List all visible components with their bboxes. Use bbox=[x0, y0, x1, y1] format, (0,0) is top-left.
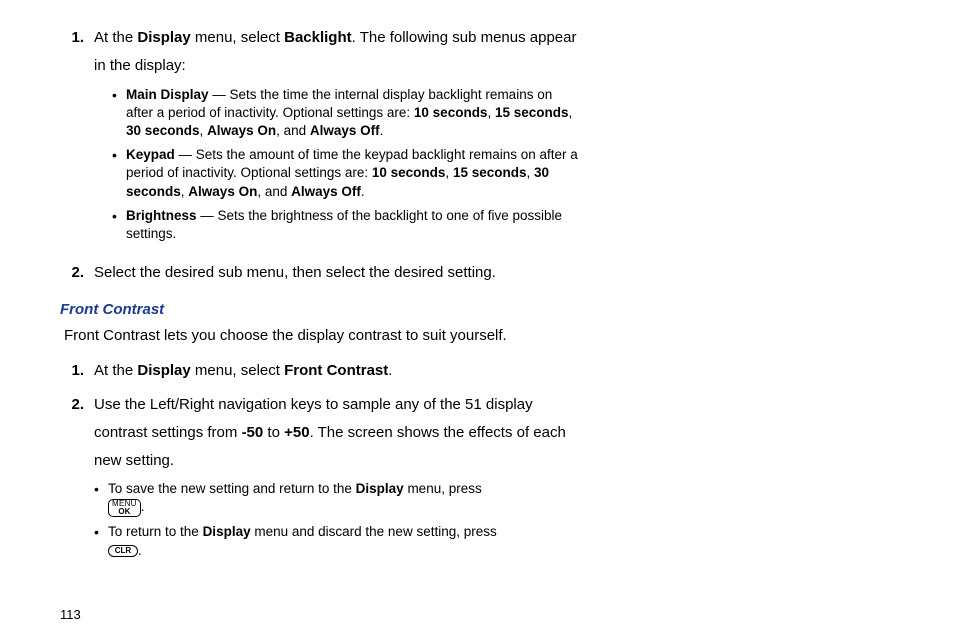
key-bot: OK bbox=[118, 507, 130, 516]
bullet-icon: • bbox=[112, 146, 126, 201]
sub-item-brightness: • Brightness — Sets the brightness of th… bbox=[94, 207, 580, 243]
document-page: 1. At the Display menu, select Backlight… bbox=[0, 0, 954, 636]
dash: — bbox=[209, 87, 230, 102]
period: . bbox=[380, 123, 384, 138]
text: . bbox=[388, 362, 392, 379]
sub-item-main-display: • Main Display — Sets the time the inter… bbox=[94, 86, 580, 141]
opt: Always On bbox=[188, 184, 257, 199]
comma: , bbox=[445, 165, 453, 180]
list-body: Select the desired sub menu, then select… bbox=[94, 259, 580, 287]
opt: 15 seconds bbox=[495, 105, 569, 120]
list-item-1b: 1. At the Display menu, select Front Con… bbox=[60, 357, 580, 385]
sub-text: Keypad — Sets the amount of time the key… bbox=[126, 146, 580, 201]
sub-text: Brightness — Sets the brightness of the … bbox=[126, 207, 580, 243]
opt: Always Off bbox=[291, 184, 361, 199]
text: menu, select bbox=[191, 362, 284, 379]
text: At the bbox=[94, 362, 137, 379]
sub-text: To return to the Display menu and discar… bbox=[108, 523, 580, 559]
comma: , and bbox=[276, 123, 310, 138]
bold: -50 bbox=[242, 424, 264, 441]
bold: Display bbox=[356, 481, 404, 496]
bullet-icon: • bbox=[94, 480, 108, 517]
period: . bbox=[361, 184, 365, 199]
comma: , bbox=[526, 165, 534, 180]
section-heading-front-contrast: Front Contrast bbox=[60, 301, 580, 318]
text: to bbox=[263, 424, 284, 441]
list-number: 2. bbox=[60, 391, 94, 570]
period: . bbox=[138, 543, 142, 558]
bold: +50 bbox=[284, 424, 309, 441]
list-item-2b: 2. Use the Left/Right navigation keys to… bbox=[60, 391, 580, 570]
comma: , bbox=[569, 105, 573, 120]
list-body: At the Display menu, select Front Contra… bbox=[94, 357, 580, 385]
ordered-list-2: 1. At the Display menu, select Front Con… bbox=[60, 357, 580, 569]
bullet-icon: • bbox=[112, 86, 126, 141]
sub-text: Main Display — Sets the time the interna… bbox=[126, 86, 580, 141]
text: menu, press bbox=[404, 481, 482, 496]
bullet-icon: • bbox=[112, 207, 126, 243]
bold: Display bbox=[137, 362, 190, 379]
bold: Display bbox=[203, 524, 251, 539]
comma: , and bbox=[257, 184, 291, 199]
sub-item-save: • To save the new setting and return to … bbox=[94, 480, 580, 517]
list-number: 1. bbox=[60, 24, 94, 253]
comma: , bbox=[200, 123, 208, 138]
sub-list-2: • To save the new setting and return to … bbox=[94, 480, 580, 559]
sub-item-return: • To return to the Display menu and disc… bbox=[94, 523, 580, 559]
opt: Always On bbox=[207, 123, 276, 138]
content-column: 1. At the Display menu, select Backlight… bbox=[60, 24, 580, 570]
bold: Front Contrast bbox=[284, 362, 388, 379]
list-item-1: 1. At the Display menu, select Backlight… bbox=[60, 24, 580, 253]
dash: — bbox=[197, 208, 218, 223]
text: menu, select bbox=[191, 29, 284, 46]
list-number: 2. bbox=[60, 259, 94, 287]
opt: 30 seconds bbox=[126, 123, 200, 138]
list-item-2: 2. Select the desired sub menu, then sel… bbox=[60, 259, 580, 287]
period: . bbox=[141, 499, 145, 514]
label: Brightness bbox=[126, 208, 197, 223]
text: To return to the bbox=[108, 524, 203, 539]
list-number: 1. bbox=[60, 357, 94, 385]
dash: — bbox=[175, 147, 196, 162]
clr-key-icon: CLR bbox=[108, 545, 138, 557]
bold: Backlight bbox=[284, 29, 352, 46]
opt: 10 seconds bbox=[414, 105, 488, 120]
opt: Always Off bbox=[310, 123, 380, 138]
comma: , bbox=[487, 105, 495, 120]
bold: Display bbox=[137, 29, 190, 46]
sub-list: • Main Display — Sets the time the inter… bbox=[94, 86, 580, 244]
bullet-icon: • bbox=[94, 523, 108, 559]
text: Select the desired sub menu, then select… bbox=[94, 264, 496, 281]
label: Main Display bbox=[126, 87, 209, 102]
label: Keypad bbox=[126, 147, 175, 162]
text: menu and discard the new setting, press bbox=[251, 524, 497, 539]
opt: 10 seconds bbox=[372, 165, 446, 180]
list-body: At the Display menu, select Backlight. T… bbox=[94, 24, 580, 253]
section-paragraph: Front Contrast lets you choose the displ… bbox=[60, 324, 580, 347]
text: To save the new setting and return to th… bbox=[108, 481, 356, 496]
ordered-list-1: 1. At the Display menu, select Backlight… bbox=[60, 24, 580, 287]
opt: 15 seconds bbox=[453, 165, 527, 180]
sub-text: To save the new setting and return to th… bbox=[108, 480, 580, 517]
list-body: Use the Left/Right navigation keys to sa… bbox=[94, 391, 580, 570]
text: At the bbox=[94, 29, 137, 46]
menu-ok-key-icon: MENUOK bbox=[108, 499, 141, 518]
page-number: 113 bbox=[60, 607, 81, 622]
sub-item-keypad: • Keypad — Sets the amount of time the k… bbox=[94, 146, 580, 201]
